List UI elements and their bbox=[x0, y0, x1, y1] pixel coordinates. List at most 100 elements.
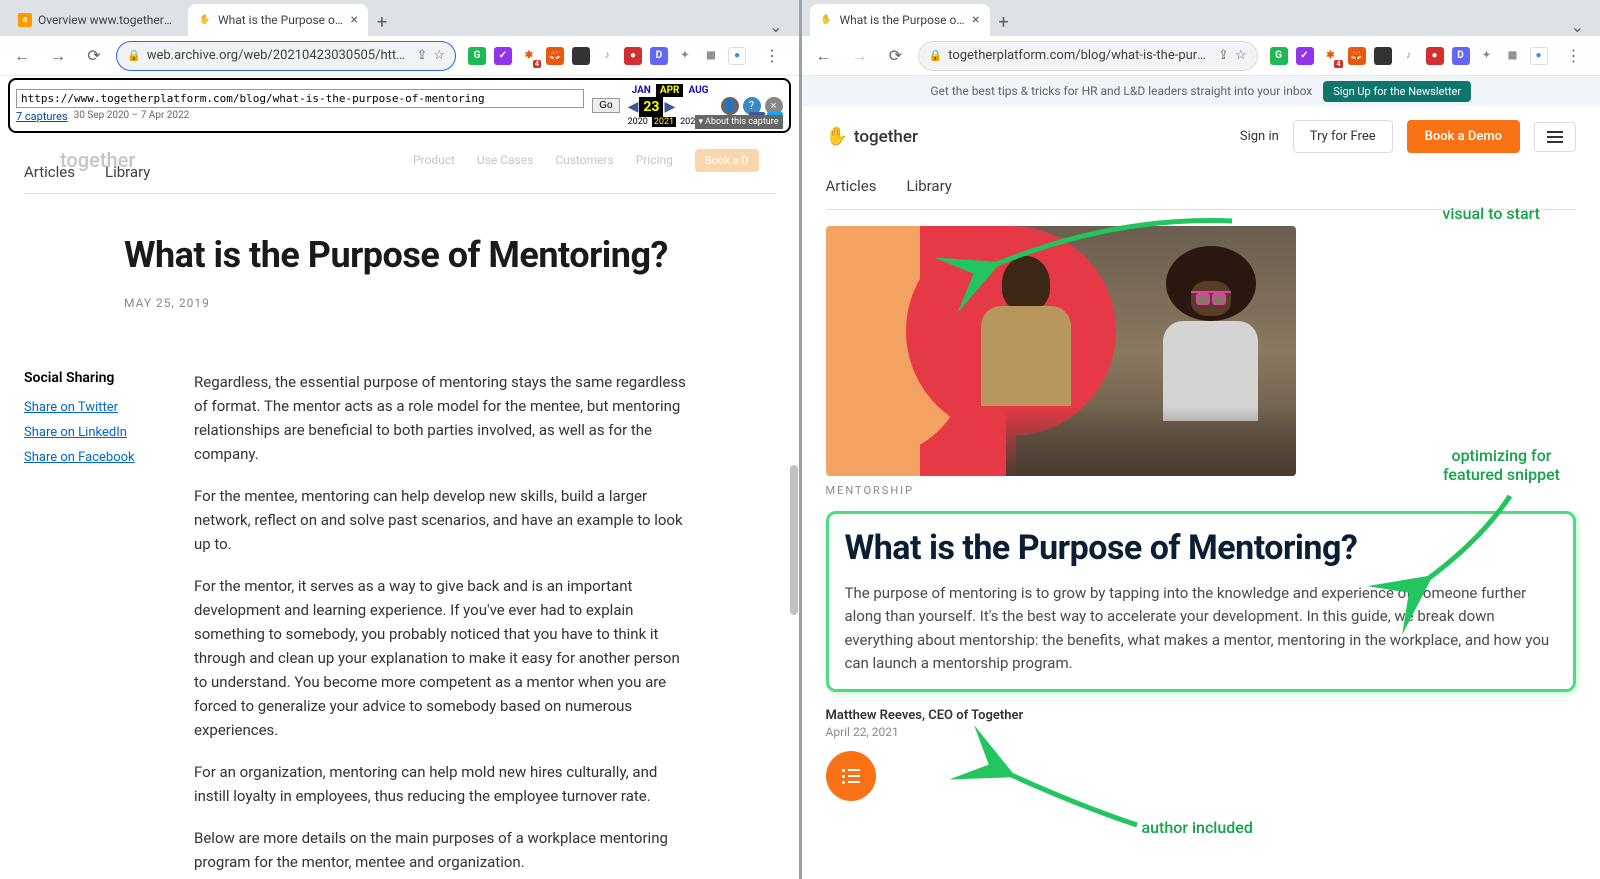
bookmark-icon[interactable]: ☆ bbox=[1235, 48, 1247, 63]
extension-icon[interactable]: D bbox=[1452, 47, 1470, 65]
extension-icon[interactable] bbox=[572, 47, 590, 65]
chevron-down-icon[interactable]: ⌄ bbox=[769, 17, 782, 36]
reload-button[interactable]: ⟳ bbox=[882, 42, 910, 70]
tab-strip: ✋ What is the Purpose of Mento × + ⌄ bbox=[802, 0, 1600, 36]
extension-icon[interactable]: ● bbox=[728, 47, 746, 65]
tab-articles[interactable]: Articles bbox=[826, 177, 877, 195]
extension-icon[interactable]: 🦊 bbox=[546, 47, 564, 65]
address-bar[interactable]: 🔒 web.archive.org/web/20210423030505/htt… bbox=[116, 41, 456, 71]
article-date: MAY 25, 2019 bbox=[124, 296, 775, 310]
captures-link[interactable]: 7 captures bbox=[16, 110, 68, 123]
close-icon[interactable]: × bbox=[351, 12, 358, 28]
extension-icon[interactable]: ✓ bbox=[1296, 47, 1314, 65]
sign-in-link[interactable]: Sign in bbox=[1240, 129, 1279, 144]
reload-button[interactable]: ⟳ bbox=[80, 42, 108, 70]
signup-newsletter-button[interactable]: Sign Up for the Newsletter bbox=[1323, 81, 1471, 102]
page-content: Get the best tips & tricks for HR and L&… bbox=[802, 76, 1600, 879]
paragraph: For an organization, mentoring can help … bbox=[194, 760, 694, 808]
chevron-down-icon[interactable]: ⌄ bbox=[1571, 17, 1584, 36]
site-nav-bg: together ProductUse CasesCustomersPricin… bbox=[0, 135, 799, 185]
cur-year: 2021 bbox=[652, 117, 676, 127]
nav-item[interactable]: Product bbox=[413, 153, 455, 167]
annotation-author: author included bbox=[1142, 818, 1253, 837]
close-icon[interactable]: × bbox=[972, 12, 979, 28]
favicon-together: ✋ bbox=[198, 13, 212, 27]
extension-icon[interactable]: ▦ bbox=[702, 47, 720, 65]
author-name: Matthew Reeves, CEO of Together bbox=[826, 708, 1577, 723]
cur-month: APR bbox=[656, 84, 684, 97]
scrollbar-thumb[interactable] bbox=[790, 465, 798, 615]
social-heading: Social Sharing bbox=[24, 370, 154, 386]
next-month[interactable]: AUG bbox=[684, 84, 712, 97]
extension-icon[interactable]: ♪ bbox=[598, 47, 616, 65]
extension-icon[interactable]: G bbox=[468, 47, 486, 65]
prev-year[interactable]: 2020 bbox=[628, 117, 648, 127]
bookmark-icon[interactable]: ☆ bbox=[433, 48, 445, 63]
paragraph: For the mentee, mentoring can help devel… bbox=[194, 484, 694, 556]
about-capture[interactable]: ▾About this capture bbox=[695, 115, 783, 129]
logo[interactable]: ✋ together bbox=[826, 126, 919, 147]
tab-overview[interactable]: a Overview www.togetherplatfor bbox=[8, 4, 188, 36]
extension-icon[interactable]: ● bbox=[624, 47, 642, 65]
lock-icon: 🔒 bbox=[127, 49, 141, 62]
extension-icon[interactable]: ✱4 bbox=[520, 47, 538, 65]
share-linkedin[interactable]: Share on LinkedIn bbox=[24, 425, 154, 440]
share-twitter[interactable]: Share on Twitter bbox=[24, 400, 154, 415]
page-content: together ProductUse CasesCustomersPricin… bbox=[0, 135, 799, 879]
favicon-ahrefs: a bbox=[18, 13, 32, 27]
tab-article[interactable]: ✋ What is the Purpose of Mento × bbox=[810, 4, 990, 36]
try-free-button[interactable]: Try for Free bbox=[1293, 120, 1393, 153]
share-icon[interactable]: ⇪ bbox=[1218, 48, 1229, 63]
extension-icon[interactable]: ✓ bbox=[494, 47, 512, 65]
table-of-contents-button[interactable] bbox=[826, 751, 876, 801]
toolbar: ← → ⟳ 🔒 togetherplatform.com/blog/what-i… bbox=[802, 36, 1600, 76]
category-tag: MENTORSHIP bbox=[826, 484, 1577, 497]
url-text: togetherplatform.com/blog/what-is-the-pu… bbox=[948, 48, 1212, 63]
wayback-graph-icon[interactable]: 👤 bbox=[721, 97, 739, 115]
extension-icon[interactable]: 🦊 bbox=[1348, 47, 1366, 65]
tab-article[interactable]: ✋ What is the Purpose of Mentor × bbox=[188, 4, 368, 36]
chrome-menu-icon[interactable]: ⋮ bbox=[758, 46, 786, 65]
extension-icon[interactable]: ✦ bbox=[1478, 47, 1496, 65]
new-tab-button[interactable]: + bbox=[990, 8, 1018, 36]
extension-icon[interactable]: ● bbox=[1426, 47, 1444, 65]
nav-item[interactable]: Use Cases bbox=[477, 153, 533, 167]
prev-arrow-icon[interactable]: ◀ bbox=[628, 99, 639, 115]
forward-button[interactable]: → bbox=[44, 42, 72, 70]
paragraph: For the mentor, it serves as a way to gi… bbox=[194, 574, 694, 742]
next-arrow-icon[interactable]: ▶ bbox=[664, 99, 675, 115]
back-button[interactable]: ← bbox=[810, 42, 838, 70]
promo-banner: Get the best tips & tricks for HR and L&… bbox=[802, 76, 1600, 106]
tab-library[interactable]: Library bbox=[906, 177, 951, 195]
menu-button[interactable] bbox=[1534, 122, 1576, 152]
capture-day: 23 bbox=[639, 97, 663, 117]
prev-month[interactable]: JAN bbox=[628, 84, 655, 97]
go-button[interactable]: Go bbox=[592, 98, 619, 113]
back-button[interactable]: ← bbox=[8, 42, 36, 70]
extension-icon[interactable]: ▦ bbox=[1504, 47, 1522, 65]
capture-range: 30 Sep 2020 – 7 Apr 2022 bbox=[74, 110, 190, 123]
extension-icon[interactable]: ♪ bbox=[1400, 47, 1418, 65]
forward-button[interactable]: → bbox=[846, 42, 874, 70]
address-bar[interactable]: 🔒 togetherplatform.com/blog/what-is-the-… bbox=[918, 41, 1258, 71]
hand-icon: ✋ bbox=[826, 126, 848, 147]
extension-icon[interactable]: D bbox=[650, 47, 668, 65]
tab-title: What is the Purpose of Mento bbox=[840, 13, 967, 27]
share-icon[interactable]: ⇪ bbox=[416, 48, 427, 63]
paragraph: Below are more details on the main purpo… bbox=[194, 826, 694, 874]
extension-icon[interactable]: ✱4 bbox=[1322, 47, 1340, 65]
book-demo-bg[interactable]: Book a D bbox=[695, 149, 759, 172]
nav-item[interactable]: Pricing bbox=[636, 153, 673, 167]
extension-icon[interactable] bbox=[1374, 47, 1392, 65]
share-facebook[interactable]: Share on Facebook bbox=[24, 450, 154, 465]
wayback-url-input[interactable] bbox=[16, 89, 584, 108]
book-demo-button[interactable]: Book a Demo bbox=[1407, 120, 1520, 153]
hero-section: MENTORSHIP bbox=[802, 226, 1600, 497]
nav-item[interactable]: Customers bbox=[555, 153, 613, 167]
extension-icon[interactable]: ● bbox=[1530, 47, 1548, 65]
new-tab-button[interactable]: + bbox=[368, 8, 396, 36]
article-body: Regardless, the essential purpose of men… bbox=[194, 370, 694, 879]
extension-icon[interactable]: G bbox=[1270, 47, 1288, 65]
chrome-menu-icon[interactable]: ⋮ bbox=[1560, 46, 1588, 65]
extension-icon[interactable]: ✦ bbox=[676, 47, 694, 65]
